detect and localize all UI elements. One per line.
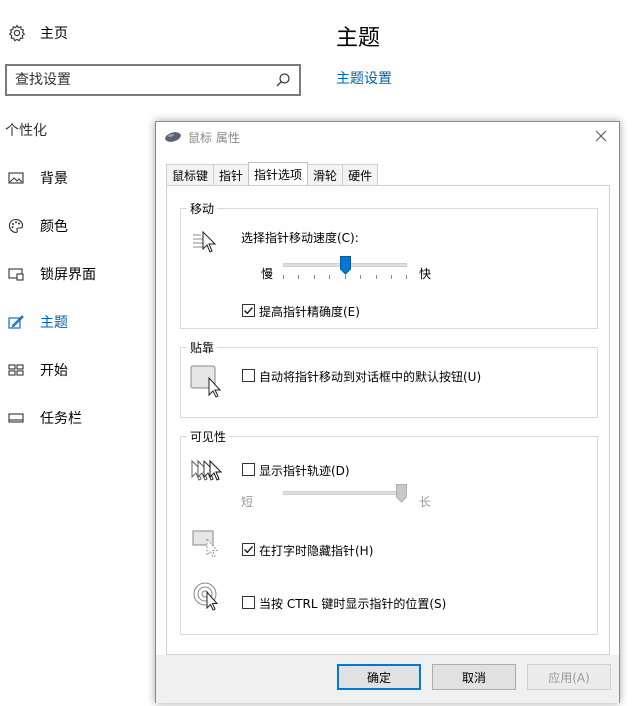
fast-label: 快 (419, 267, 432, 281)
slider-tick (391, 275, 392, 279)
mouse-properties-dialog: 鼠标 属性 鼠标键 指针 指针选项 滑轮 硬件 移动 选择指针移动速度(C): … (155, 121, 620, 703)
visibility-group: 可见性 显示指针轨迹(D) 短 长 在打字时隐藏指针(H) 当按 CTRL 键时… (180, 428, 598, 635)
gear-icon (8, 24, 26, 42)
short-label: 短 (241, 495, 254, 509)
taskbar-icon (8, 413, 24, 423)
apply-button[interactable]: 应用(A) (527, 664, 611, 690)
tab-buttons[interactable]: 鼠标键 (166, 164, 215, 185)
snap-group-title: 贴靠 (187, 339, 218, 356)
search-icon[interactable] (275, 72, 291, 88)
motion-group: 移动 选择指针移动速度(C): 慢 快 提高指针精确度(E) (180, 200, 598, 329)
palette-icon (8, 218, 24, 234)
trails-checkbox[interactable] (242, 463, 255, 476)
search-box[interactable] (5, 64, 301, 96)
tab-wheel[interactable]: 滑轮 (307, 164, 344, 185)
search-input[interactable] (15, 72, 275, 88)
nav-item-label: 背景 (40, 171, 68, 187)
nav-item-label: 锁屏界面 (40, 267, 96, 283)
visibility-group-title: 可见性 (187, 428, 230, 445)
dialog-title: 鼠标 属性 (188, 130, 240, 145)
slider-tick (345, 275, 346, 279)
image-icon (8, 172, 24, 184)
precision-label: 提高指针精确度(E) (259, 305, 360, 319)
tab-pointer-options[interactable]: 指针选项 (248, 162, 309, 185)
nav-item-label: 主题 (40, 315, 68, 331)
trails-label: 显示指针轨迹(D) (259, 464, 350, 478)
speed-label: 选择指针移动速度(C): (241, 231, 359, 245)
dialog-footer: 确定 取消 应用(A) (156, 655, 619, 703)
speed-slider-thumb[interactable] (339, 256, 351, 275)
close-icon[interactable] (593, 128, 609, 144)
nav-item-colors[interactable]: 颜色 (8, 215, 68, 237)
long-label: 长 (419, 495, 432, 509)
show-location-checkbox[interactable] (242, 596, 255, 609)
section-title: 个性化 (5, 123, 47, 139)
hide-while-typing-icon (192, 530, 219, 558)
tab-pointers[interactable]: 指针 (213, 164, 250, 185)
trails-slider-track[interactable] (283, 491, 407, 495)
snap-group: 贴靠 自动将指针移动到对话框中的默认按钮(U) (180, 339, 598, 418)
theme-icon (8, 315, 24, 329)
nav-item-lock-screen[interactable]: 锁屏界面 (8, 263, 96, 285)
theme-settings-link[interactable]: 主题设置 (336, 68, 392, 88)
snap-checkbox[interactable] (242, 369, 255, 382)
pointer-speed-icon (193, 230, 217, 253)
slider-tick (360, 275, 361, 279)
tab-hardware[interactable]: 硬件 (342, 164, 379, 185)
page-title: 主题 (336, 26, 381, 51)
mouse-icon (165, 132, 181, 142)
precision-checkbox[interactable] (242, 304, 255, 317)
dialog-titlebar[interactable]: 鼠标 属性 (156, 122, 619, 152)
slider-tick (283, 275, 284, 279)
nav-item-taskbar[interactable]: 任务栏 (8, 407, 82, 429)
home-label: 主页 (40, 26, 68, 42)
slider-tick (376, 275, 377, 279)
show-location-icon (193, 582, 219, 611)
slider-tick (329, 275, 330, 279)
trails-slider-thumb[interactable] (396, 484, 407, 503)
ok-button[interactable]: 确定 (337, 664, 421, 690)
hide-while-typing-label: 在打字时隐藏指针(H) (259, 544, 374, 558)
nav-item-background[interactable]: 背景 (8, 167, 68, 189)
nav-item-label: 颜色 (40, 219, 68, 235)
pointer-options-panel: 移动 选择指针移动速度(C): 慢 快 提高指针精确度(E) 贴靠 自动将指针移… (166, 185, 610, 655)
snap-label: 自动将指针移动到对话框中的默认按钮(U) (259, 370, 482, 384)
nav-item-label: 开始 (40, 363, 68, 379)
nav-home[interactable]: 主页 (8, 22, 68, 44)
nav-item-theme[interactable]: 主题 (8, 311, 68, 333)
slider-tick (298, 275, 299, 279)
motion-group-title: 移动 (187, 200, 218, 217)
slider-tick (406, 275, 407, 279)
nav-item-label: 任务栏 (40, 411, 82, 427)
lock-screen-icon (8, 268, 24, 281)
snap-to-icon (190, 365, 222, 398)
cancel-button[interactable]: 取消 (432, 664, 516, 690)
pointer-trails-icon (191, 459, 223, 481)
slow-label: 慢 (261, 267, 274, 281)
start-icon (8, 364, 24, 376)
hide-while-typing-checkbox[interactable] (242, 543, 255, 556)
slider-tick (314, 275, 315, 279)
nav-item-start[interactable]: 开始 (8, 359, 68, 381)
tab-bar: 鼠标键 指针 指针选项 滑轮 硬件 (166, 162, 379, 185)
show-location-label: 当按 CTRL 键时显示指针的位置(S) (259, 597, 447, 611)
